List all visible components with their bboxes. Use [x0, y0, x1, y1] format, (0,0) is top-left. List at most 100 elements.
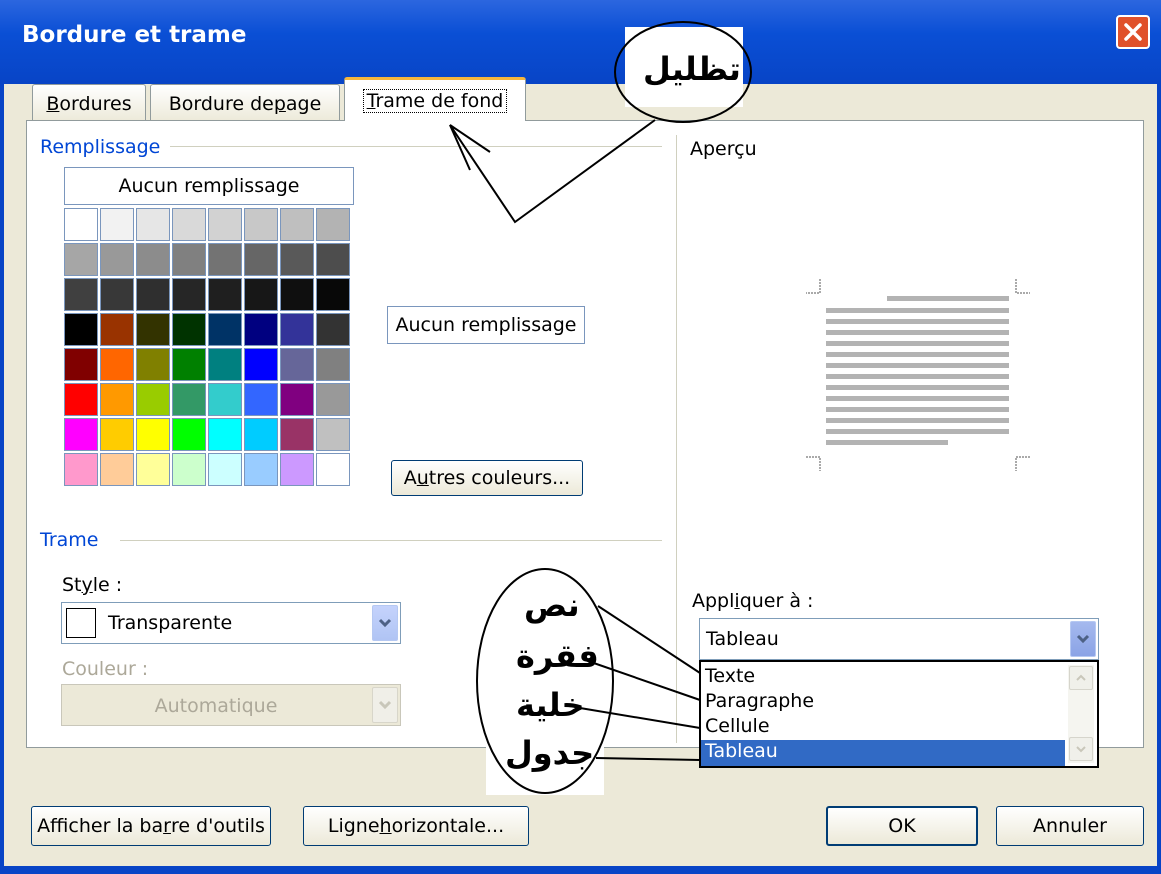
color-dropdown-button[interactable] [372, 687, 398, 723]
show-toolbar-accel: r [163, 815, 171, 837]
apply-list-scrollbar[interactable] [1068, 665, 1094, 763]
color-swatch[interactable] [100, 208, 134, 241]
tab-bordure-de-page[interactable]: Bordure de p age [150, 84, 340, 122]
no-fill-swatch[interactable]: Aucun remplissage [64, 167, 354, 205]
tab-bordures[interactable]: Bordures [32, 84, 146, 122]
color-swatch[interactable] [316, 418, 350, 451]
color-swatch[interactable] [136, 208, 170, 241]
color-label: Couleur : [62, 658, 149, 680]
color-swatch[interactable] [100, 313, 134, 346]
apercu-label: Aperçu [690, 138, 757, 160]
color-swatch[interactable] [208, 383, 242, 416]
color-select[interactable]: Automatique [61, 684, 401, 726]
color-swatch[interactable] [280, 313, 314, 346]
color-swatch[interactable] [208, 208, 242, 241]
scroll-up-button[interactable] [1069, 666, 1093, 690]
color-swatch[interactable] [172, 348, 206, 381]
color-swatch[interactable] [208, 348, 242, 381]
color-swatch[interactable] [172, 313, 206, 346]
color-swatch[interactable] [316, 453, 350, 486]
scroll-down-button[interactable] [1069, 737, 1093, 761]
color-swatch[interactable] [172, 418, 206, 451]
color-swatch[interactable] [64, 383, 98, 416]
color-swatch[interactable] [316, 313, 350, 346]
color-swatch[interactable] [244, 418, 278, 451]
color-swatch[interactable] [100, 383, 134, 416]
color-swatch[interactable] [316, 243, 350, 276]
window-frame-left [0, 84, 4, 866]
color-swatch[interactable] [280, 418, 314, 451]
color-swatch[interactable] [64, 313, 98, 346]
color-swatch[interactable] [244, 453, 278, 486]
color-swatch[interactable] [208, 453, 242, 486]
color-swatch[interactable] [100, 243, 134, 276]
color-swatch[interactable] [208, 278, 242, 311]
color-swatch[interactable] [316, 383, 350, 416]
color-swatch[interactable] [64, 418, 98, 451]
horizontal-line-button[interactable]: Ligne h orizontale... [303, 806, 529, 846]
show-toolbar-b: re d'outils [170, 815, 265, 837]
color-swatch[interactable] [316, 348, 350, 381]
color-swatch[interactable] [64, 243, 98, 276]
color-swatch[interactable] [136, 278, 170, 311]
cancel-button[interactable]: Annuler [996, 806, 1144, 846]
preview-line [826, 440, 948, 445]
color-swatch[interactable] [244, 348, 278, 381]
color-swatch[interactable] [64, 348, 98, 381]
color-swatch[interactable] [316, 278, 350, 311]
color-swatch[interactable] [136, 383, 170, 416]
more-colors-button[interactable]: Au tres couleurs... [391, 460, 583, 496]
color-swatch[interactable] [136, 313, 170, 346]
color-swatch[interactable] [280, 453, 314, 486]
preview-line [826, 418, 1009, 423]
tab-trame-de-fond[interactable]: Trame de fond [344, 77, 526, 121]
color-swatch[interactable] [244, 383, 278, 416]
color-swatch[interactable] [136, 348, 170, 381]
color-swatch[interactable] [172, 208, 206, 241]
color-swatch[interactable] [244, 243, 278, 276]
apply-option-texte[interactable]: Texte [705, 665, 755, 687]
color-swatch[interactable] [244, 208, 278, 241]
color-swatch[interactable] [100, 418, 134, 451]
color-swatch[interactable] [64, 278, 98, 311]
color-swatch[interactable] [280, 208, 314, 241]
color-swatch[interactable] [280, 348, 314, 381]
color-swatch[interactable] [280, 383, 314, 416]
color-swatch[interactable] [172, 383, 206, 416]
tab-page-label-a: Bordure de [168, 92, 274, 115]
color-swatch[interactable] [172, 278, 206, 311]
apply-option-cellule[interactable]: Cellule [705, 715, 770, 737]
apply-to-dropdown-button[interactable] [1070, 621, 1096, 657]
color-swatch[interactable] [280, 243, 314, 276]
color-swatch[interactable] [208, 313, 242, 346]
color-swatch[interactable] [100, 453, 134, 486]
tab-trame-focus: Trame de fond [362, 88, 508, 113]
ok-button[interactable]: OK [826, 806, 978, 846]
apply-option-tableau[interactable]: Tableau [701, 740, 1065, 766]
color-swatch[interactable] [316, 208, 350, 241]
color-swatch[interactable] [244, 313, 278, 346]
style-label-b: le : [92, 574, 123, 596]
preview-line [826, 352, 1009, 357]
color-swatch[interactable] [244, 278, 278, 311]
color-swatch[interactable] [136, 453, 170, 486]
color-swatch[interactable] [64, 208, 98, 241]
color-swatch[interactable] [172, 453, 206, 486]
color-swatch[interactable] [280, 278, 314, 311]
color-swatch[interactable] [208, 418, 242, 451]
color-swatch[interactable] [100, 348, 134, 381]
color-swatch[interactable] [136, 243, 170, 276]
color-swatch[interactable] [100, 278, 134, 311]
color-swatch[interactable] [172, 243, 206, 276]
color-swatch[interactable] [208, 243, 242, 276]
trame-divider [120, 540, 662, 541]
preview-line [887, 296, 1009, 301]
show-toolbar-button[interactable]: Afficher la ba r re d'outils [31, 806, 271, 846]
style-dropdown-button[interactable] [372, 605, 398, 641]
apply-option-paragraphe[interactable]: Paragraphe [705, 690, 814, 712]
apply-to-select[interactable]: Tableau [699, 618, 1099, 660]
style-select[interactable]: Transparente [61, 602, 401, 644]
color-swatch[interactable] [136, 418, 170, 451]
close-button[interactable] [1116, 15, 1150, 49]
color-swatch[interactable] [64, 453, 98, 486]
